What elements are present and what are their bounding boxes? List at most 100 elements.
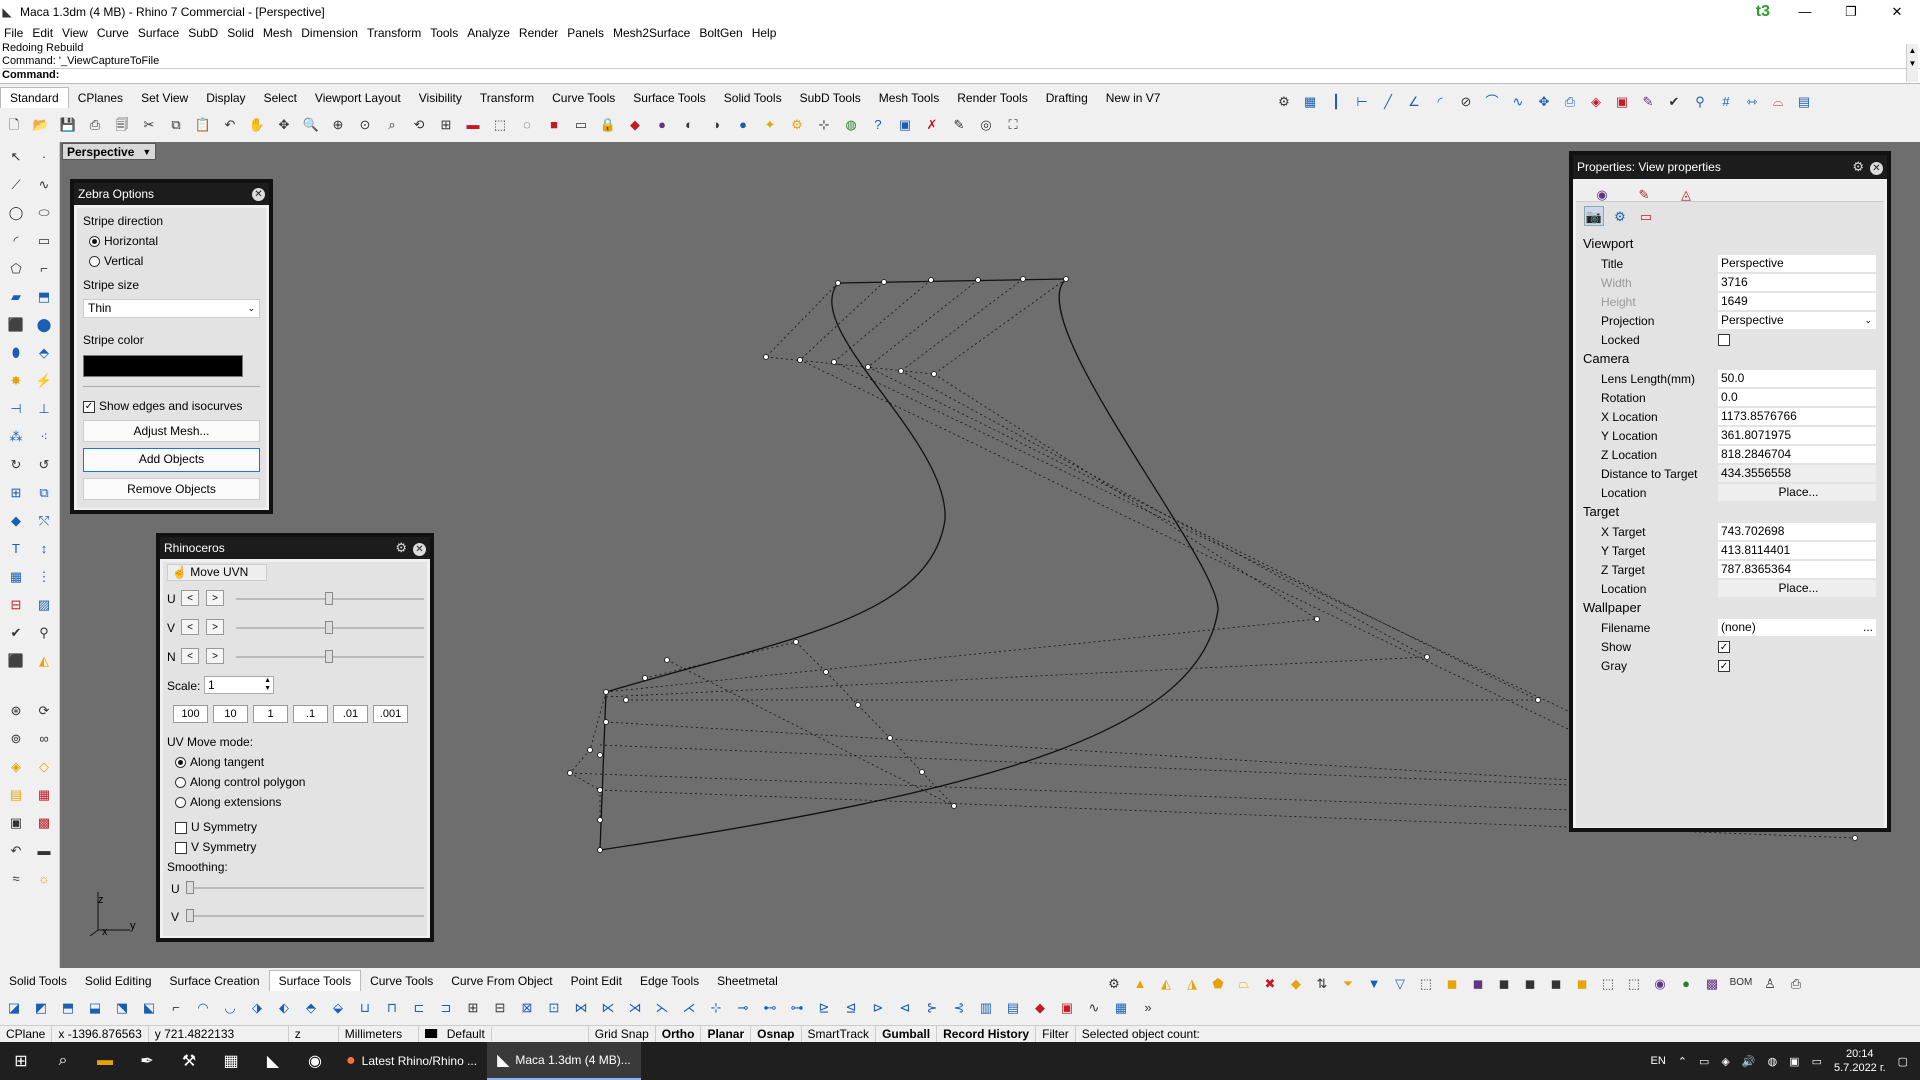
zoom-selected-icon[interactable]: ⌕ <box>382 115 402 135</box>
clock[interactable]: 20:14 5.7.2022 г. <box>1834 1047 1886 1075</box>
red-box-icon[interactable]: ▣ <box>1057 997 1077 1017</box>
scale-icon[interactable]: ↺ <box>34 454 54 474</box>
status-osnap[interactable]: Osnap <box>751 1025 802 1043</box>
render-icon[interactable]: ⬛ <box>6 650 26 670</box>
cone-icon[interactable]: ◭ <box>1156 973 1176 993</box>
status-record-history[interactable]: Record History <box>937 1025 1037 1043</box>
adjust-mesh-button[interactable]: Adjust Mesh... <box>83 420 260 442</box>
offset-icon[interactable]: ◡ <box>220 997 240 1017</box>
tab-viewport-layout[interactable]: Viewport Layout <box>306 88 410 108</box>
rebuild-icon[interactable]: ⤲ <box>34 510 54 530</box>
stripe-size-select[interactable]: Thin ⌄ <box>83 299 260 318</box>
shaded-icon[interactable]: ◐ <box>679 115 699 135</box>
color-wheel-icon[interactable]: ● <box>652 115 672 135</box>
truncated-icon[interactable]: ⏢ <box>1234 973 1254 993</box>
checkbox[interactable] <box>175 821 187 834</box>
menu-tools[interactable]: Tools <box>430 26 458 40</box>
spinner-icon[interactable]: ▲ ▼ <box>264 677 271 693</box>
figure-icon[interactable]: ♙ <box>1760 973 1780 993</box>
undo-icon[interactable]: ↶ <box>220 115 240 135</box>
filename-field[interactable]: (none)... <box>1718 619 1876 636</box>
text-icon[interactable]: T <box>6 538 26 558</box>
network-icon[interactable]: ▣ <box>1789 1055 1799 1068</box>
number-icon[interactable]: # <box>1716 91 1736 111</box>
bar2-icon[interactable]: ▤ <box>1003 997 1023 1017</box>
globe-icon[interactable]: ◍ <box>841 115 861 135</box>
scale-input[interactable]: 1 ▲ ▼ <box>204 676 274 694</box>
stripe-color-swatch[interactable] <box>83 355 243 377</box>
trim-icon[interactable]: ⊓ <box>382 997 402 1017</box>
prop-value[interactable]: 743.702698 <box>1718 523 1876 540</box>
record-icon[interactable]: ≈ <box>6 868 26 888</box>
tab-surface-tools[interactable]: Surface Tools <box>624 88 715 108</box>
battery-icon[interactable]: ▭ <box>1812 1055 1822 1068</box>
wedge-icon[interactable]: ◮ <box>1182 973 1202 993</box>
file-explorer-icon[interactable]: ▬ <box>84 1042 126 1080</box>
rhino-app-icon[interactable]: ◣ <box>252 1042 294 1080</box>
check-icon[interactable]: ✔ <box>1664 91 1684 111</box>
bar-icon[interactable]: ▥ <box>976 997 996 1017</box>
grid-icon[interactable]: ▦ <box>1300 91 1320 111</box>
edit-icon[interactable]: ✎ <box>949 115 969 135</box>
extend-icon[interactable]: ⬖ <box>274 997 294 1017</box>
status-ortho[interactable]: Ortho <box>656 1025 702 1043</box>
brush-icon[interactable]: ✎ <box>1634 184 1654 204</box>
chevron-up-icon[interactable]: ⌃ <box>1678 1055 1687 1068</box>
sphere-icon[interactable]: ● <box>733 115 753 135</box>
maximize-button[interactable]: ❐ <box>1828 0 1874 23</box>
pyramid-icon[interactable]: ▲ <box>1130 973 1150 993</box>
status-grid-snap[interactable]: Grid Snap <box>589 1025 656 1043</box>
curve-icon[interactable]: ⌒ <box>1482 91 1502 111</box>
status-smarttrack[interactable]: SmartTrack <box>802 1025 877 1043</box>
v-increase-button[interactable]: > <box>206 619 224 635</box>
mesh-icon[interactable]: ⬘ <box>34 342 54 362</box>
satellite-icon[interactable]: ⚙ <box>1610 206 1630 226</box>
tab-point-edit[interactable]: Point Edit <box>562 971 631 991</box>
gear-icon[interactable]: ⚙ <box>1852 159 1864 174</box>
prop-value[interactable]: 1173.8576766 <box>1718 408 1876 425</box>
volume-icon[interactable]: 🔊 <box>1742 1055 1756 1068</box>
u-symmetry-checkbox[interactable]: U Symmetry <box>175 820 257 834</box>
curve-icon[interactable]: ∿ <box>34 174 54 194</box>
prop-value[interactable]: 0.0 <box>1718 389 1876 406</box>
extrude-icon[interactable]: ⬒ <box>34 286 54 306</box>
array-icon[interactable]: ⊞ <box>6 482 26 502</box>
tab-curve-tools[interactable]: Curve Tools <box>543 88 624 108</box>
select-icon[interactable]: ⬚ <box>490 115 510 135</box>
funnel-icon[interactable]: ⏷ <box>1338 973 1358 993</box>
gumball-icon[interactable]: ⊛ <box>6 700 26 720</box>
heightfield-icon[interactable]: ⋉ <box>598 997 618 1017</box>
color-wheel-icon[interactable]: ◉ <box>1592 184 1612 204</box>
network-icon[interactable]: ◇ <box>34 756 54 776</box>
curve-icon[interactable]: ∿ <box>1084 997 1104 1017</box>
tab-visibility[interactable]: Visibility <box>410 88 471 108</box>
windows-start-icon[interactable]: ⊞ <box>0 1042 42 1080</box>
v-slider-thumb[interactable] <box>325 621 333 634</box>
pen-icon[interactable]: ✎ <box>1638 91 1658 111</box>
status-gumball[interactable]: Gumball <box>876 1025 938 1043</box>
arc-icon[interactable]: ◜ <box>6 230 26 250</box>
save-icon[interactable]: 💾 <box>58 115 78 135</box>
prop-value[interactable]: Perspective <box>1718 255 1876 272</box>
v-symmetry-checkbox[interactable]: V Symmetry <box>175 840 256 854</box>
zoom-extents-icon[interactable]: ⊙ <box>355 115 375 135</box>
menu-mesh2surface[interactable]: Mesh2Surface <box>613 26 690 40</box>
funnel2-icon[interactable]: ▽ <box>1390 973 1410 993</box>
surface-icon[interactable]: ▰ <box>6 286 26 306</box>
checkbox[interactable]: ✓ <box>83 400 95 413</box>
print-icon[interactable]: ⎙ <box>1786 973 1806 993</box>
tab-select[interactable]: Select <box>255 88 306 108</box>
array-grid-icon[interactable]: ⋮ <box>34 566 54 586</box>
layer-icon[interactable]: ◆ <box>1030 997 1050 1017</box>
untrim-icon[interactable]: ⊏ <box>409 997 429 1017</box>
fillet-icon[interactable]: ⌐ <box>34 258 54 278</box>
blend-icon[interactable]: ◠ <box>193 997 213 1017</box>
camera-icon[interactable]: 📷 <box>1584 206 1604 226</box>
lock-icon[interactable]: 🔒 <box>598 115 618 135</box>
taskbar-app-browser[interactable]: ● Latest Rhino/Rhino ... <box>336 1042 487 1080</box>
circle-icon[interactable]: ◯ <box>6 202 26 222</box>
cube-outline-icon[interactable]: ⬚ <box>1416 973 1436 993</box>
plane-icon[interactable]: ⊳ <box>868 997 888 1017</box>
shrink-icon[interactable]: ⊐ <box>436 997 456 1017</box>
line-icon[interactable]: ╱ <box>1378 91 1398 111</box>
